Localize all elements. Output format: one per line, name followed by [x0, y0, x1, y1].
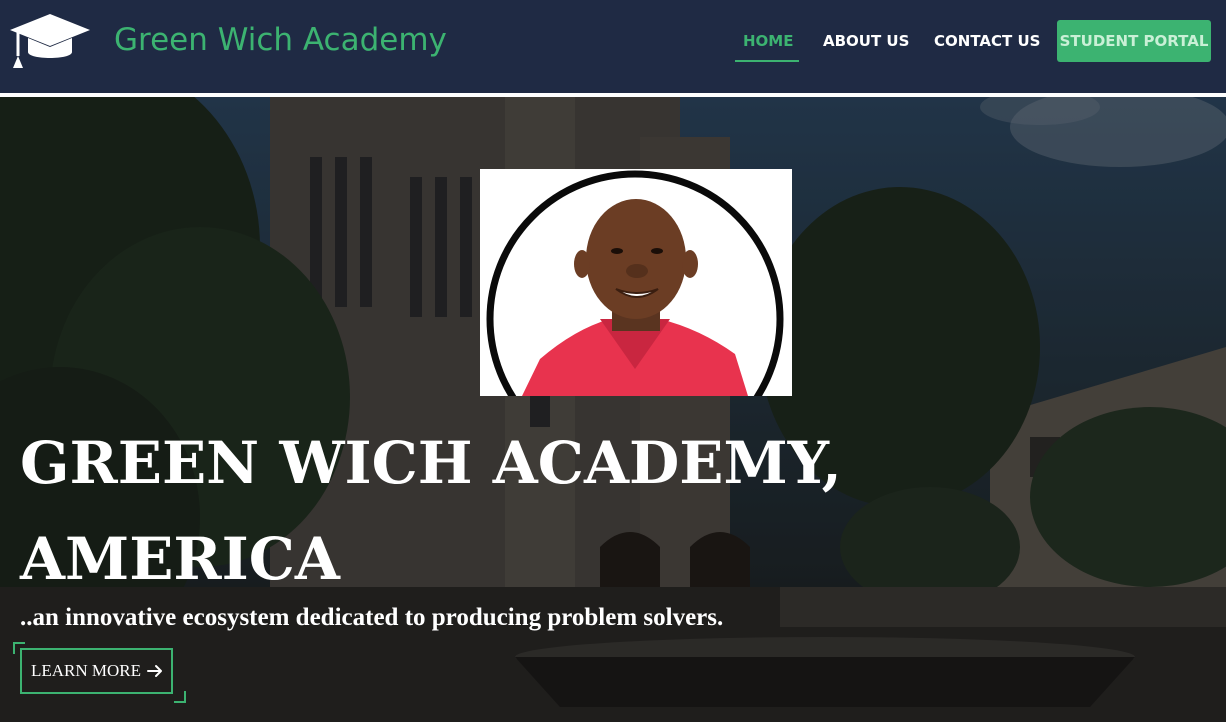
- nav-home[interactable]: HOME: [743, 31, 793, 51]
- nav-active-indicator: [735, 60, 799, 62]
- hero-subtitle: ..an innovative ecosystem dedicated to p…: [20, 604, 724, 631]
- brand-name[interactable]: Green Wich Academy: [114, 20, 447, 60]
- nav-contact-us[interactable]: CONTACT US: [934, 31, 1040, 51]
- student-portrait: [480, 169, 792, 396]
- learn-more-button[interactable]: LEARN MORE: [20, 648, 173, 694]
- graduation-cap-icon[interactable]: [8, 12, 92, 70]
- student-portal-button[interactable]: STUDENT PORTAL: [1057, 20, 1211, 62]
- hero-section: GREEN WICH ACADEMY, AMERICA ..an innovat…: [0, 97, 1226, 722]
- hero-title: GREEN WICH ACADEMY, AMERICA: [20, 429, 842, 593]
- learn-more-label: LEARN MORE: [31, 661, 142, 680]
- nav-about-us[interactable]: ABOUT US: [823, 31, 909, 51]
- navbar: Green Wich Academy HOME ABOUT US CONTACT…: [0, 0, 1226, 93]
- button-corner-accent: [174, 691, 186, 703]
- arrow-right-icon: [147, 665, 162, 677]
